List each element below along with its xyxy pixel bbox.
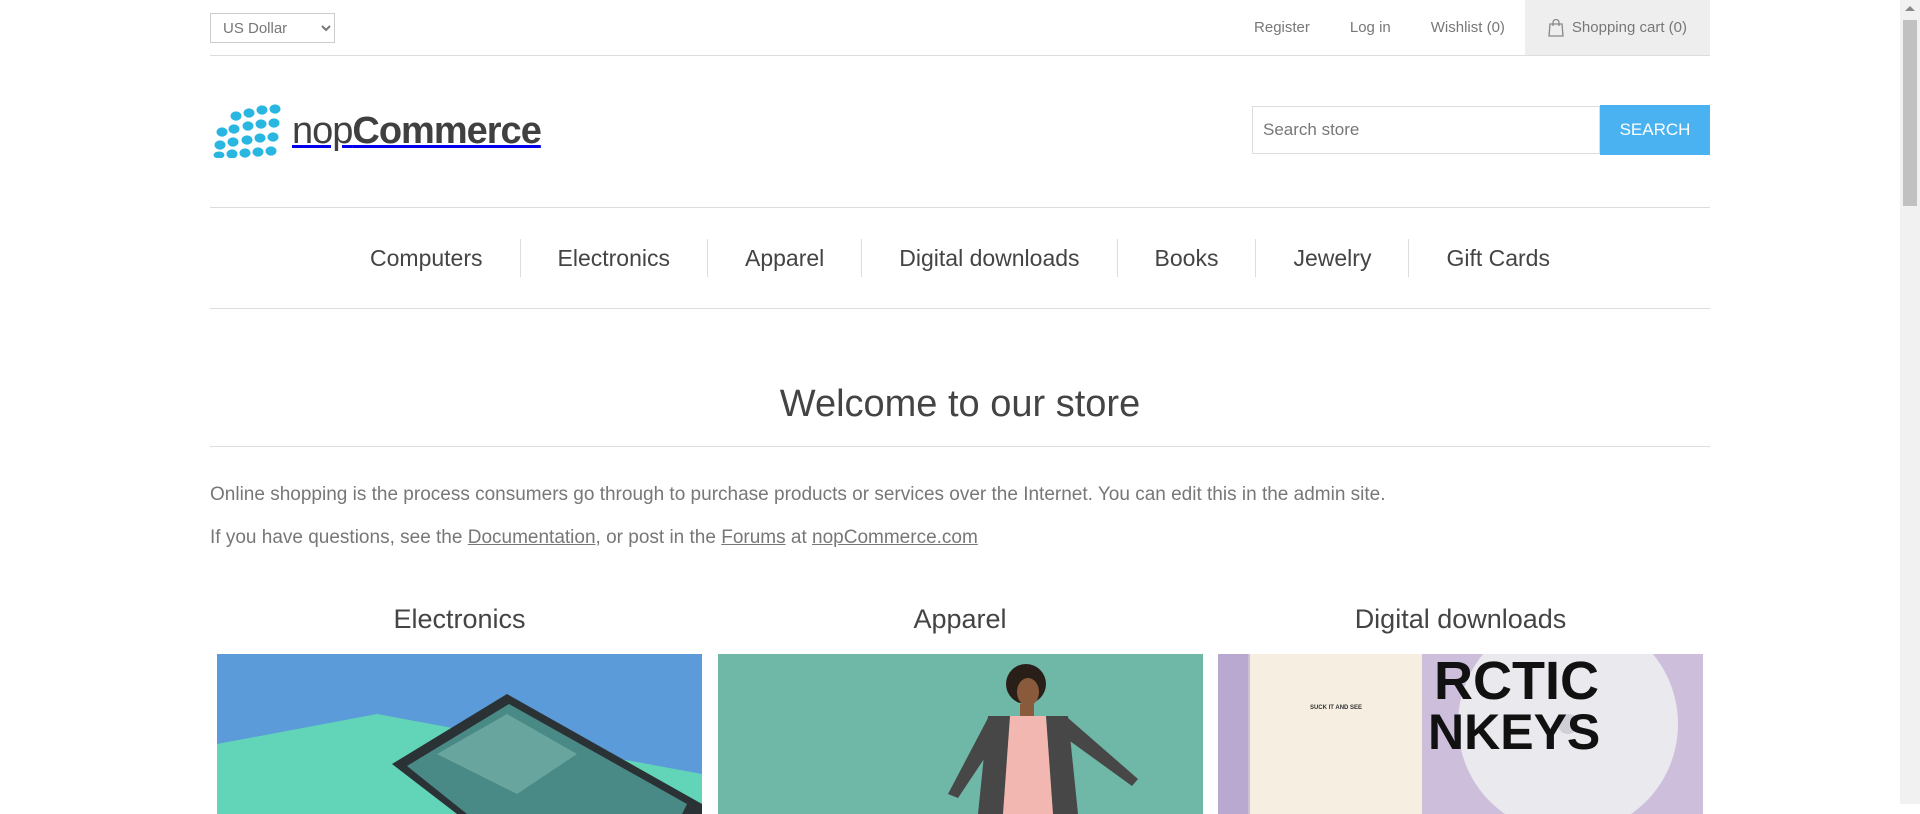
album-image: SUCK IT AND SEE RCTIC NKEYS bbox=[1218, 654, 1703, 814]
documentation-link[interactable]: Documentation bbox=[468, 527, 596, 548]
search-button[interactable]: SEARCH bbox=[1600, 105, 1710, 155]
menu-item-gift-cards[interactable]: Gift Cards bbox=[1409, 239, 1587, 277]
category-image-apparel[interactable] bbox=[717, 654, 1203, 814]
topic-text: , or post in the bbox=[595, 527, 722, 548]
shopping-cart-label: Shopping cart (0) bbox=[1571, 19, 1687, 36]
album-title-text: SUCK IT AND SEE bbox=[1310, 705, 1362, 711]
store-logo[interactable]: nopCommerce bbox=[212, 104, 542, 158]
shopping-bag-icon bbox=[1548, 18, 1564, 37]
menu-item-electronics[interactable]: Electronics bbox=[521, 239, 708, 277]
album-band-text-1: RCTIC bbox=[1434, 654, 1599, 711]
search-box: SEARCH bbox=[1252, 105, 1710, 155]
logo-text-light: nop bbox=[292, 109, 353, 152]
topic-paragraph-1: Online shopping is the process consumers… bbox=[210, 484, 1386, 505]
home-page-categories: Electronics Apparel Digital downloads SU… bbox=[210, 604, 1710, 814]
album-band-text-2: NKEYS bbox=[1428, 704, 1600, 760]
category-title-apparel[interactable]: Apparel bbox=[718, 604, 1203, 634]
login-link[interactable]: Log in bbox=[1350, 19, 1391, 36]
category-item-digital-downloads: Digital downloads SUCK IT AND SEE RCTIC … bbox=[1218, 604, 1703, 814]
menu-item-books[interactable]: Books bbox=[1118, 239, 1257, 277]
logo-dots-icon bbox=[213, 104, 281, 158]
wishlist-link[interactable]: Wishlist (0) bbox=[1431, 19, 1505, 36]
scroll-up-arrow-icon[interactable] bbox=[1905, 6, 1915, 11]
menu-item-digital-downloads[interactable]: Digital downloads bbox=[862, 239, 1118, 277]
menu-item-computers[interactable]: Computers bbox=[333, 239, 521, 277]
category-title-electronics[interactable]: Electronics bbox=[217, 604, 702, 634]
phone-image bbox=[217, 654, 702, 814]
header-upper: US Dollar Register Log in Wishlist (0) S… bbox=[210, 0, 1710, 56]
logo-text-bold: Commerce bbox=[352, 109, 541, 152]
logo-text: nopCommerce bbox=[292, 109, 542, 153]
category-image-digital-downloads[interactable]: SUCK IT AND SEE RCTIC NKEYS bbox=[1218, 654, 1703, 814]
forums-link[interactable]: Forums bbox=[721, 527, 785, 548]
page-title: Welcome to our store bbox=[210, 383, 1710, 447]
scroll-thumb[interactable] bbox=[1903, 20, 1917, 206]
topic-text: If you have questions, see the bbox=[210, 527, 468, 548]
nopcommerce-site-link[interactable]: nopCommerce.com bbox=[812, 527, 978, 548]
category-title-digital-downloads[interactable]: Digital downloads bbox=[1218, 604, 1703, 634]
category-item-apparel: Apparel bbox=[717, 604, 1203, 814]
register-link[interactable]: Register bbox=[1254, 19, 1310, 36]
woman-image bbox=[717, 654, 1203, 814]
topic-paragraph-2: If you have questions, see the Documenta… bbox=[210, 526, 1710, 550]
search-input[interactable] bbox=[1252, 106, 1600, 154]
top-menu: Computers Electronics Apparel Digital do… bbox=[210, 208, 1710, 309]
menu-item-jewelry[interactable]: Jewelry bbox=[1256, 239, 1410, 277]
category-image-electronics[interactable] bbox=[217, 654, 702, 814]
shopping-cart-link[interactable]: Shopping cart (0) bbox=[1524, 0, 1710, 55]
page: US Dollar Register Log in Wishlist (0) S… bbox=[210, 0, 1710, 814]
category-item-electronics: Electronics bbox=[217, 604, 702, 814]
vertical-scrollbar[interactable] bbox=[1900, 0, 1920, 804]
header-lower: nopCommerce SEARCH bbox=[210, 56, 1710, 208]
currency-select[interactable]: US Dollar bbox=[210, 13, 335, 43]
welcome-topic: Online shopping is the process consumers… bbox=[210, 483, 1710, 550]
topic-text: at bbox=[785, 527, 813, 548]
menu-item-apparel[interactable]: Apparel bbox=[708, 239, 863, 277]
header-links: Register Log in Wishlist (0) Shopping ca… bbox=[1234, 0, 1710, 55]
